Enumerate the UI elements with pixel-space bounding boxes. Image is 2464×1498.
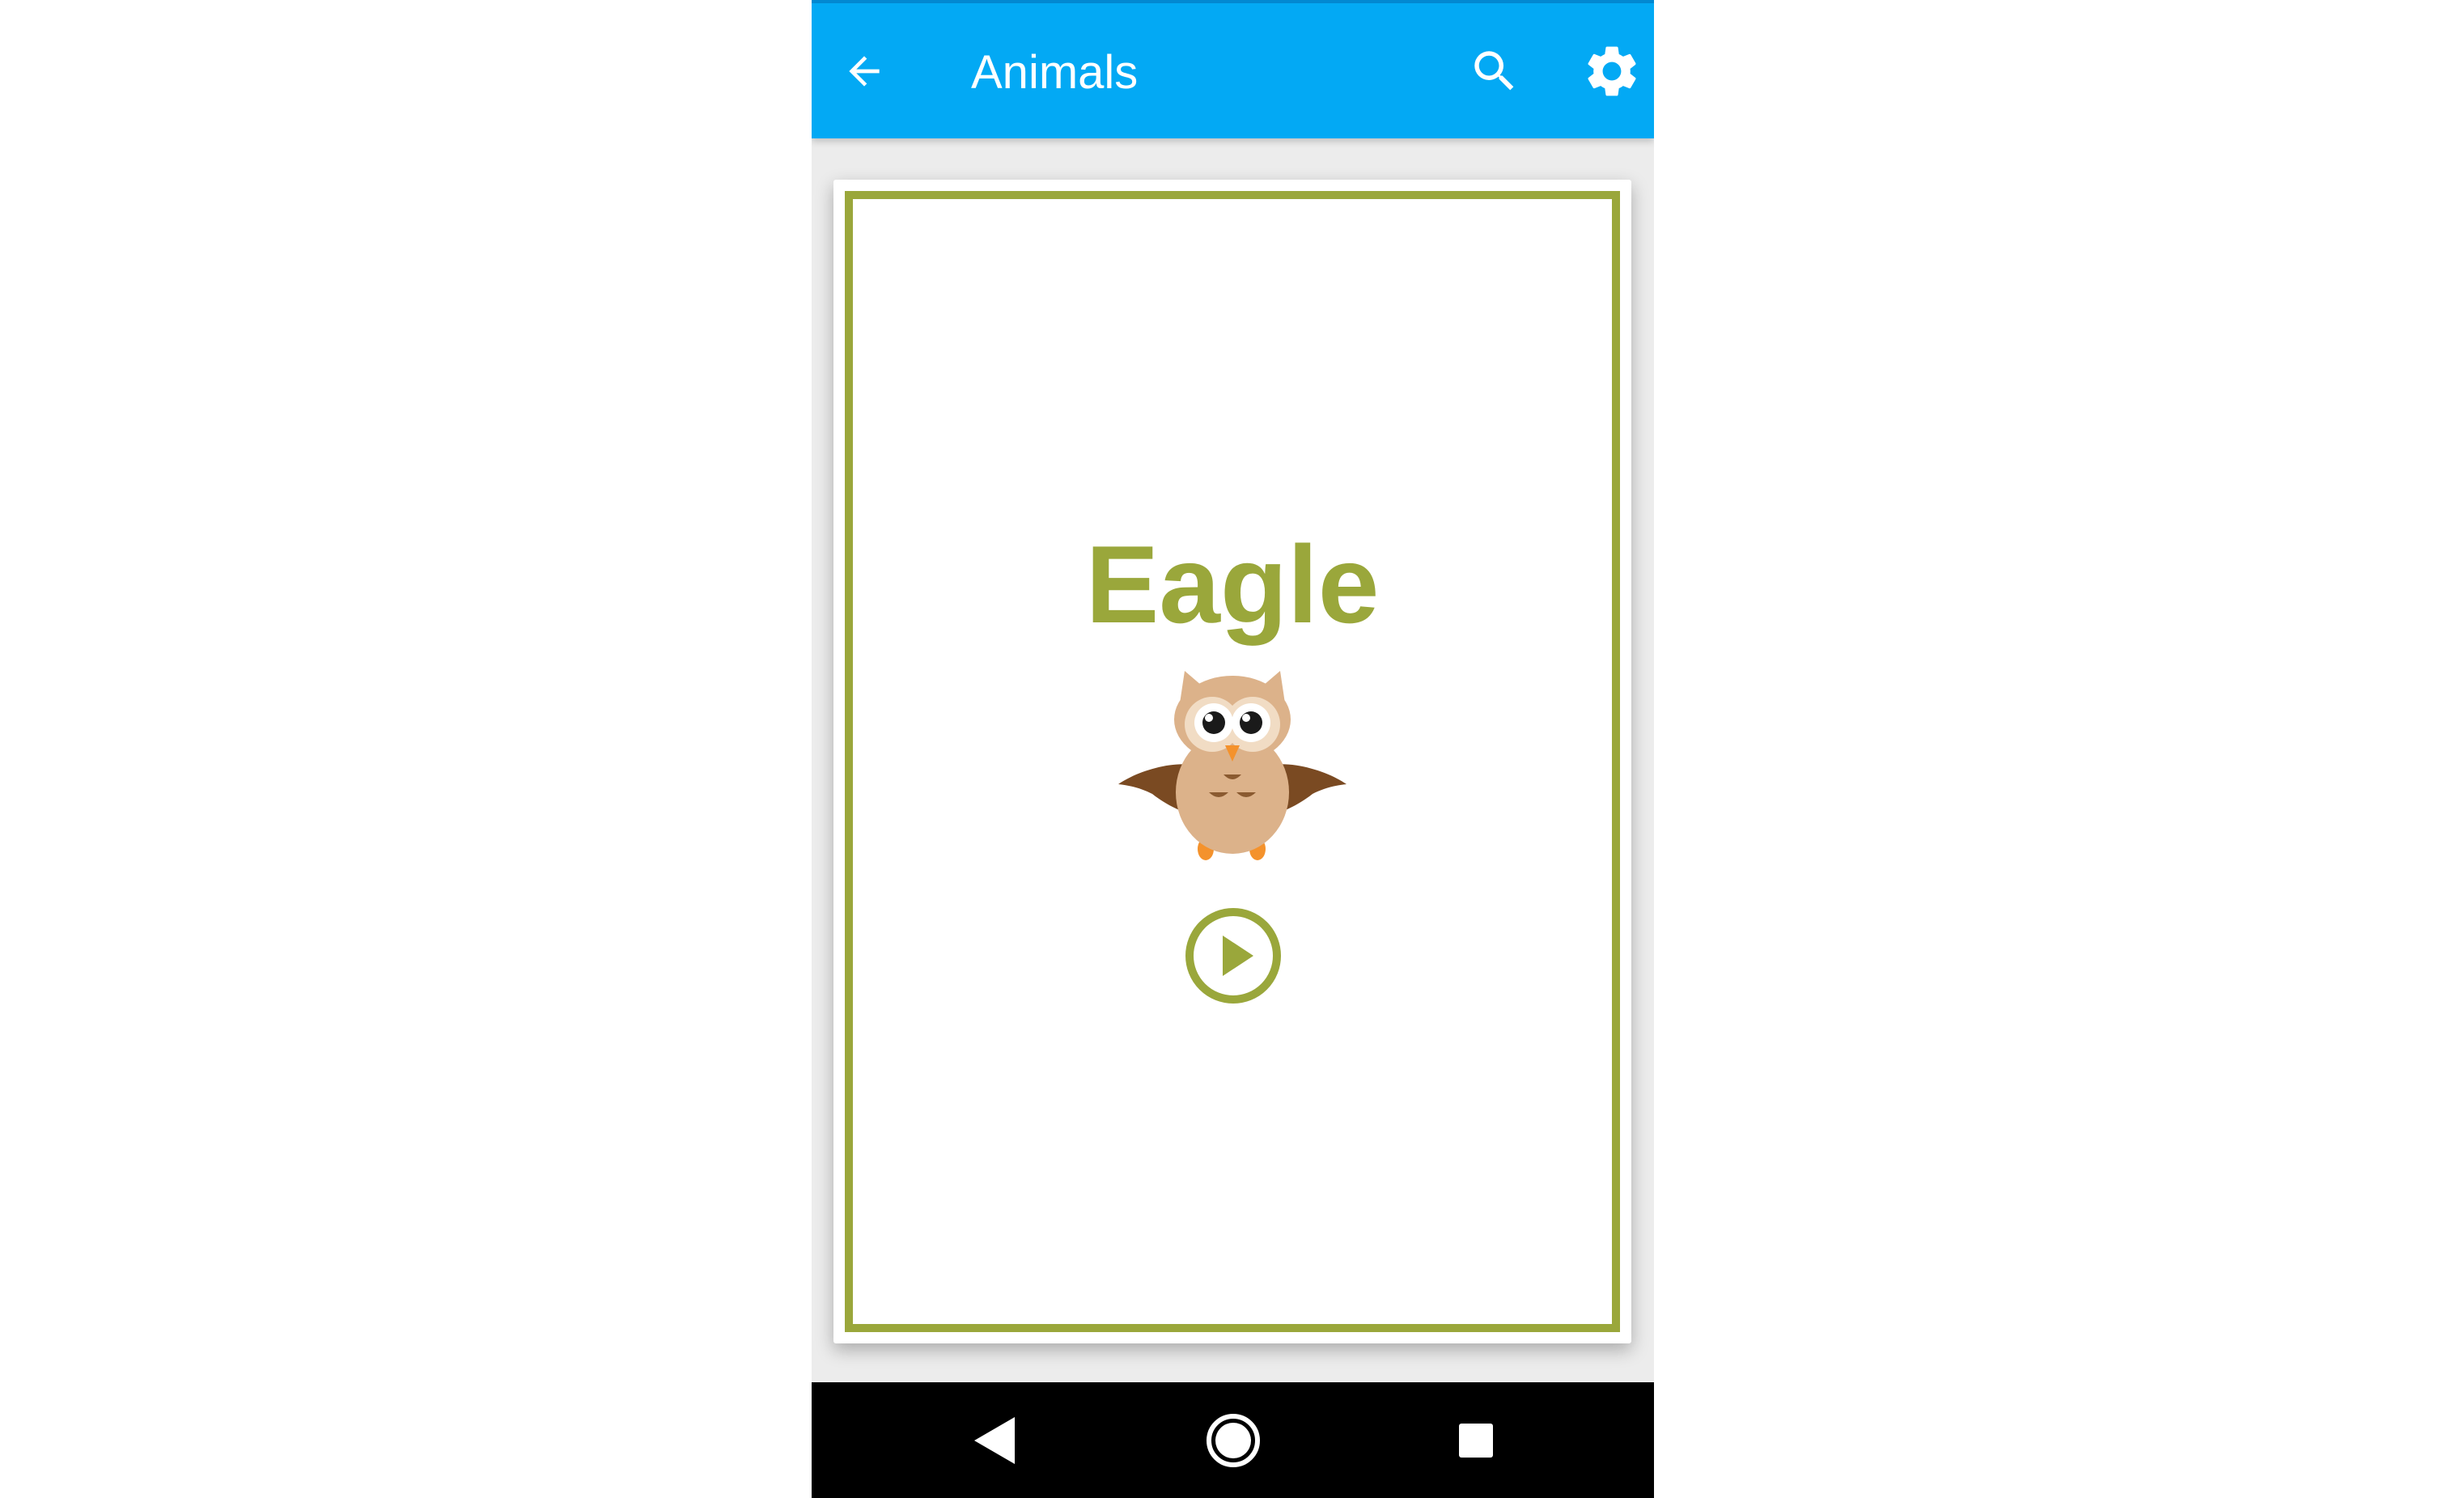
- play-triangle-icon: [1223, 936, 1253, 976]
- app-title: Animals: [971, 46, 1139, 99]
- system-nav-bar: [812, 1382, 1654, 1498]
- back-button[interactable]: [820, 27, 909, 116]
- play-button[interactable]: [1184, 906, 1283, 1005]
- flash-card: Eagle: [833, 180, 1631, 1343]
- left-eye-shine: [1205, 714, 1213, 722]
- search-button[interactable]: [1450, 27, 1539, 116]
- right-eye-shine: [1242, 714, 1250, 722]
- search-icon: [1474, 51, 1514, 91]
- triangle-back-icon: [974, 1417, 1015, 1464]
- status-bar-strip: [812, 0, 1654, 3]
- phone-screen: Animals Eagle: [812, 0, 1654, 1498]
- left-pupil: [1202, 711, 1225, 734]
- nav-home-button[interactable]: [1196, 1403, 1270, 1478]
- settings-button[interactable]: [1567, 27, 1654, 116]
- nav-back-button[interactable]: [956, 1403, 1031, 1478]
- arrow-back-icon: [849, 56, 880, 87]
- nav-recents-button[interactable]: [1439, 1403, 1513, 1478]
- app-bar: Animals: [812, 0, 1654, 138]
- circle-home-icon: [1207, 1414, 1260, 1467]
- gear-icon: [1588, 46, 1636, 96]
- right-pupil: [1240, 711, 1262, 734]
- animal-name: Eagle: [1085, 523, 1380, 646]
- square-recents-icon: [1459, 1424, 1493, 1458]
- owl-illustration: [1118, 671, 1347, 860]
